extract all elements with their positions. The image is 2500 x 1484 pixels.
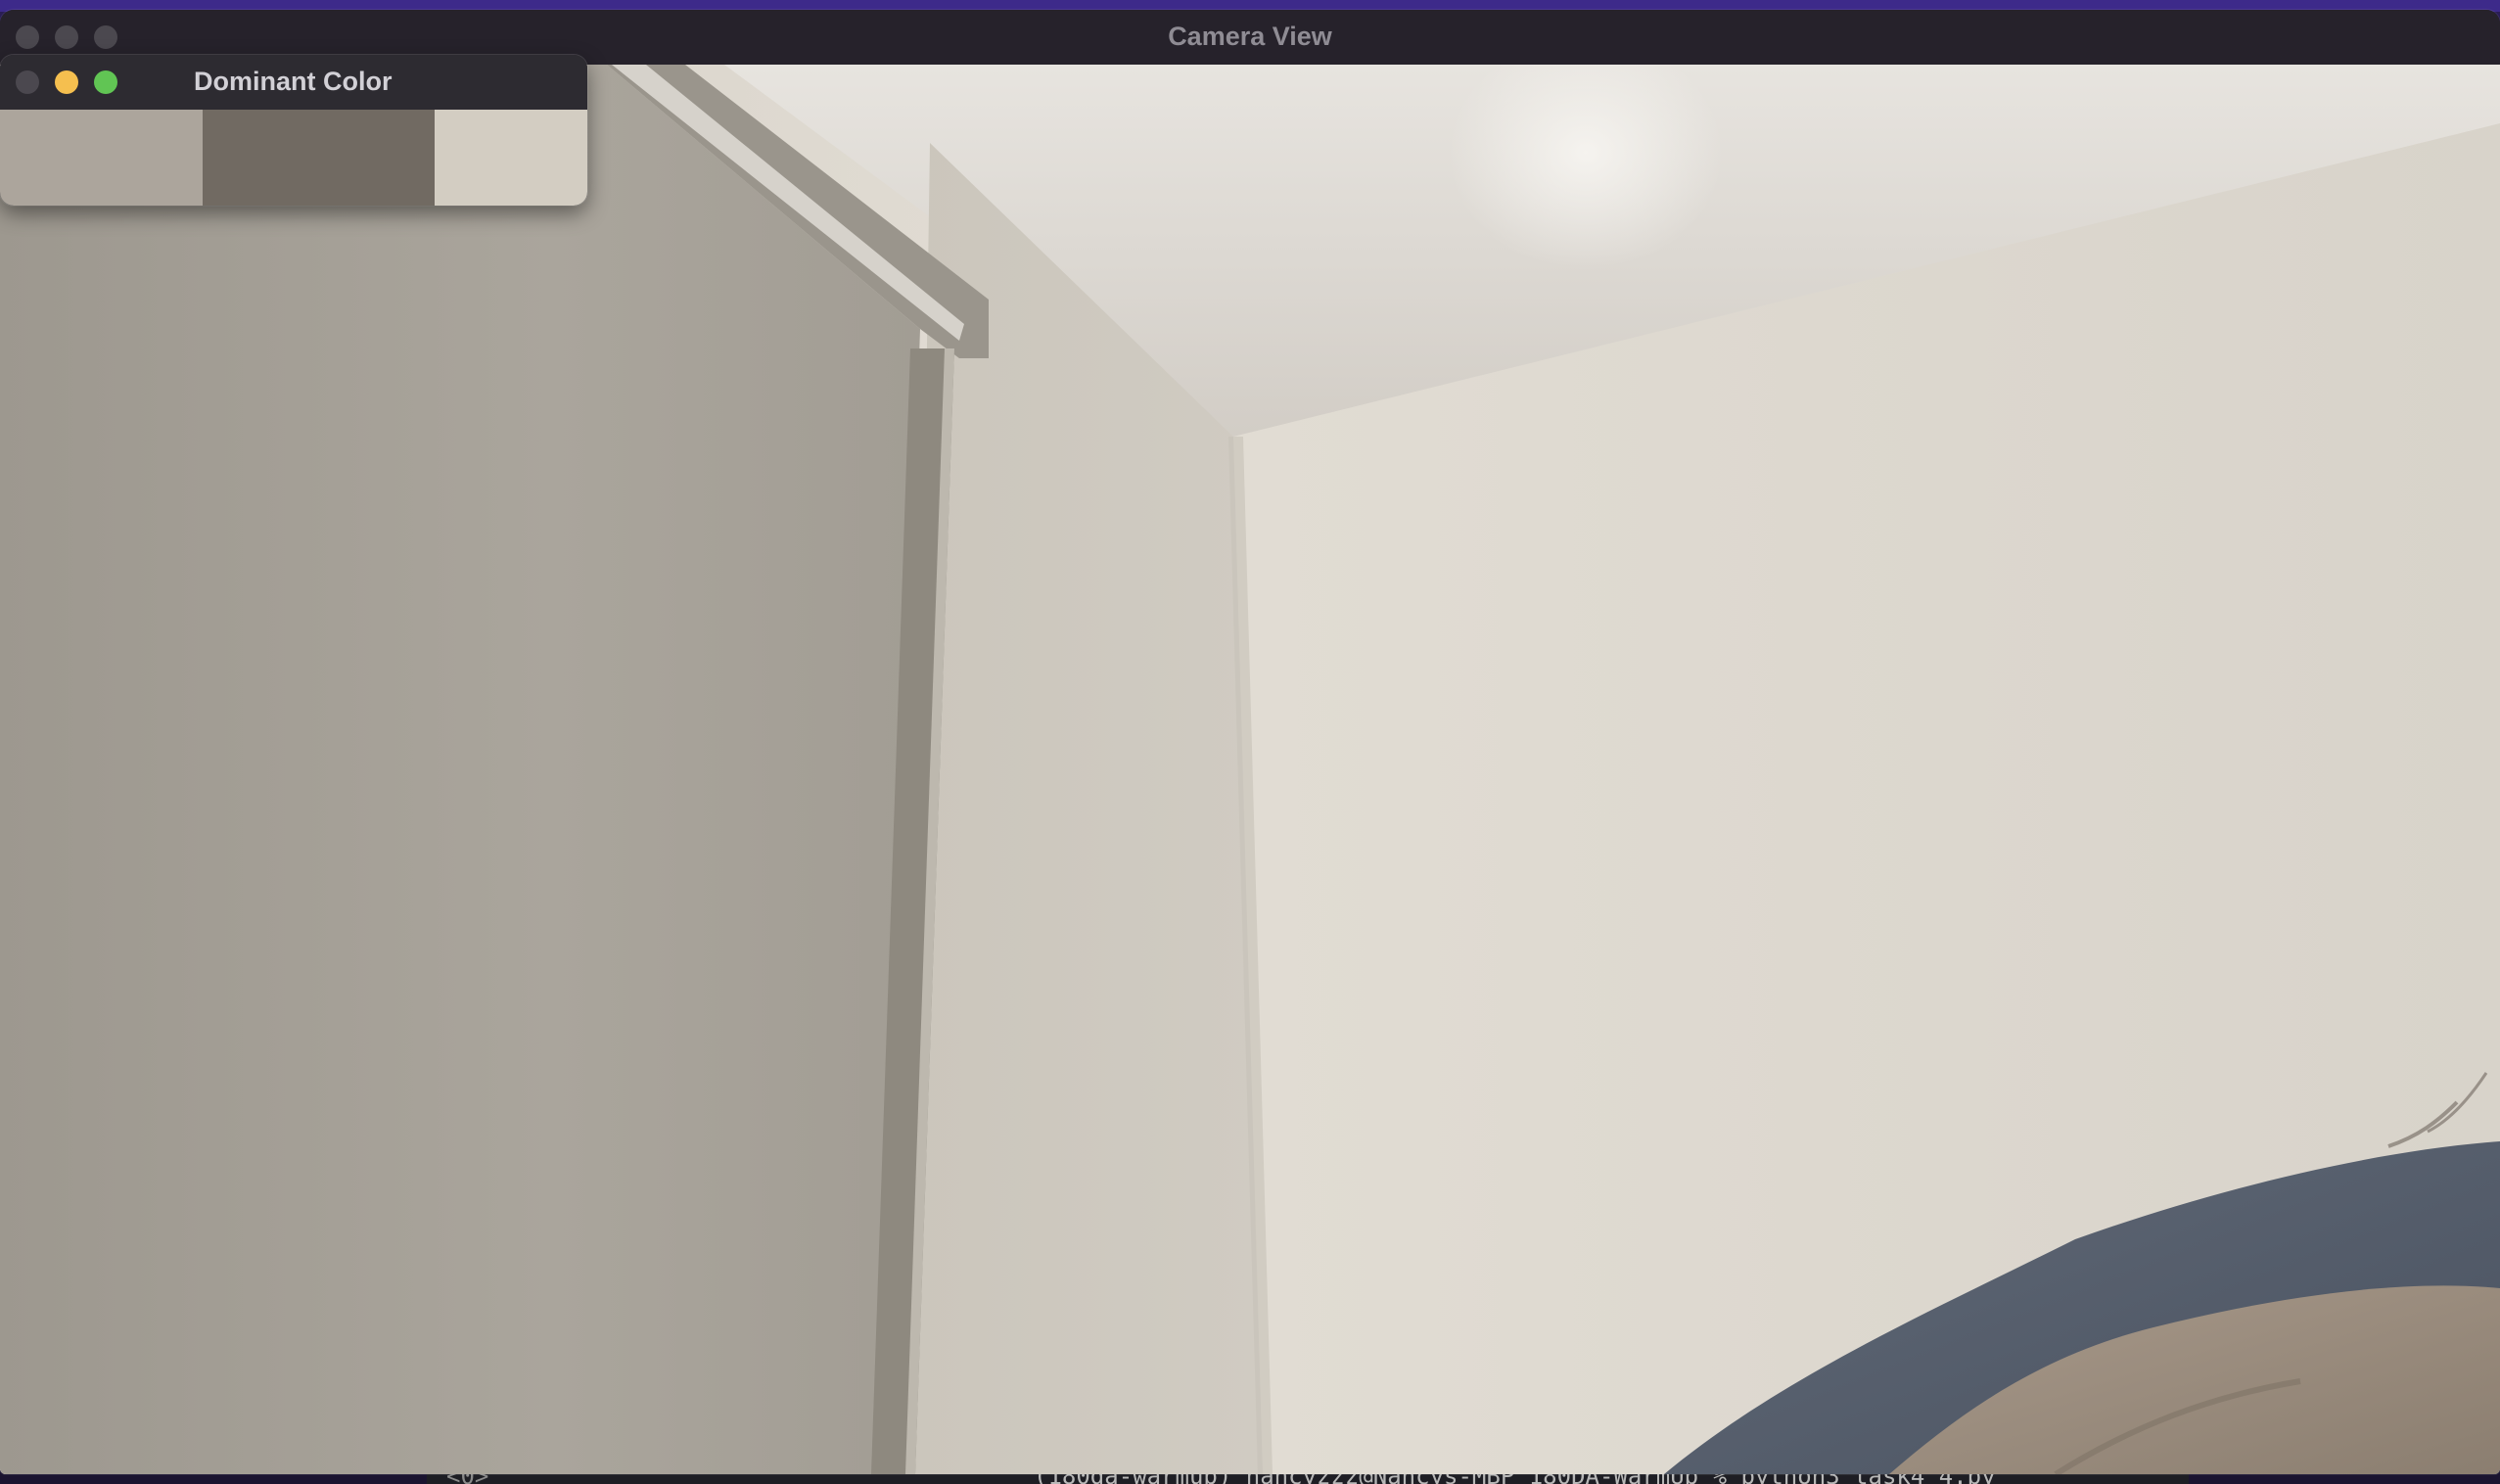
color-swatch xyxy=(203,110,435,206)
camera-feed-image xyxy=(0,65,2500,1474)
dominant-color-title: Dominant Color xyxy=(194,67,393,96)
camera-view-window[interactable]: Camera View xyxy=(0,10,2500,1474)
dominant-color-window[interactable]: Dominant Color xyxy=(0,55,587,206)
dominant-color-titlebar[interactable]: Dominant Color xyxy=(0,55,587,110)
camera-window-title: Camera View xyxy=(1168,22,1332,51)
color-swatch xyxy=(435,110,587,206)
room-scene-image xyxy=(0,65,2500,1474)
color-swatch xyxy=(0,110,203,206)
dominant-color-swatches xyxy=(0,110,587,206)
minimize-icon[interactable] xyxy=(55,70,78,94)
zoom-icon[interactable] xyxy=(94,70,117,94)
close-icon[interactable] xyxy=(16,70,39,94)
